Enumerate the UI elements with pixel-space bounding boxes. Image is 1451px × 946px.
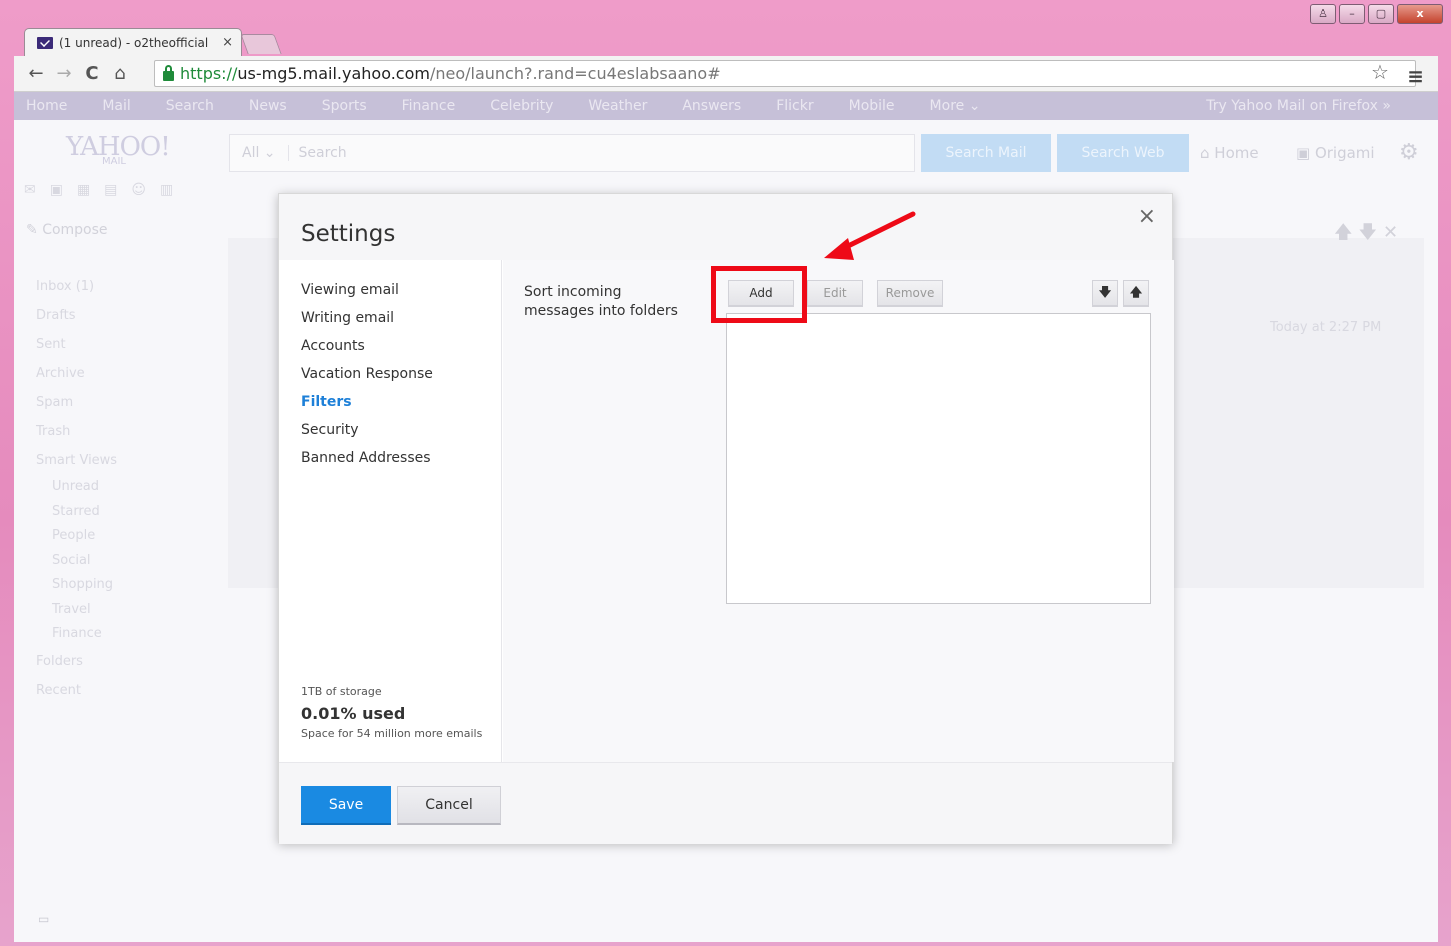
settings-item-writing-email[interactable]: Writing email bbox=[301, 308, 433, 336]
search-mail-button[interactable]: Search Mail bbox=[921, 134, 1051, 172]
settings-item-accounts[interactable]: Accounts bbox=[301, 336, 433, 364]
storage-capacity: 1TB of storage bbox=[301, 685, 382, 698]
settings-item-security[interactable]: Security bbox=[301, 420, 433, 448]
settings-item-banned-addresses[interactable]: Banned Addresses bbox=[301, 448, 433, 476]
compose-button[interactable]: ✎ Compose bbox=[26, 222, 108, 238]
annotation-arrow-icon bbox=[824, 211, 916, 260]
tab-title: (1 unread) - o2theofficial bbox=[59, 35, 209, 50]
settings-item-viewing-email[interactable]: Viewing email bbox=[301, 280, 433, 308]
smart-view-people[interactable]: People bbox=[36, 524, 117, 549]
search-input[interactable]: All ⌄ Search bbox=[229, 134, 915, 172]
folder-trash[interactable]: Trash bbox=[36, 417, 117, 446]
nav-item-answers[interactable]: Answers bbox=[682, 98, 741, 114]
yahoo-top-nav: Home Mail Search News Sports Finance Cel… bbox=[14, 92, 1438, 120]
gear-icon[interactable]: ⚙ bbox=[1399, 140, 1419, 165]
address-bar[interactable]: https:// us-mg5.mail.yahoo.com /neo/laun… bbox=[154, 60, 1416, 87]
header-home-label: Home bbox=[1214, 144, 1259, 162]
smart-view-social[interactable]: Social bbox=[36, 549, 117, 574]
forward-icon[interactable]: → bbox=[50, 63, 78, 84]
smart-view-shopping[interactable]: Shopping bbox=[36, 573, 117, 598]
message-date: Today at 2:27 PM bbox=[1270, 320, 1382, 335]
folder-list: Inbox (1) Drafts Sent Archive Spam Trash… bbox=[36, 272, 117, 705]
folder-drafts[interactable]: Drafts bbox=[36, 301, 117, 330]
new-tab-button[interactable] bbox=[240, 34, 282, 54]
settings-menu: Viewing email Writing email Accounts Vac… bbox=[301, 280, 433, 476]
folder-spam[interactable]: Spam bbox=[36, 388, 117, 417]
nav-item-celebrity[interactable]: Celebrity bbox=[490, 98, 553, 114]
lock-icon bbox=[163, 64, 174, 81]
header-user-link[interactable]: ▣ Origami bbox=[1296, 144, 1375, 162]
storage-info: 1TB of storage 0.01% used Space for 54 m… bbox=[301, 685, 482, 740]
search-scope[interactable]: All ⌄ bbox=[230, 145, 289, 161]
home-icon[interactable]: ⌂ bbox=[106, 63, 134, 84]
nav-item-news[interactable]: News bbox=[249, 98, 287, 114]
settings-dialog: Settings × Viewing email Writing email A… bbox=[278, 193, 1174, 844]
settings-footer: Save Cancel bbox=[279, 762, 1172, 844]
header-home-link[interactable]: ⌂ Home bbox=[1200, 144, 1259, 162]
back-icon[interactable]: ← bbox=[22, 63, 50, 84]
url-path: /neo/launch?.rand=cu4eslabsaano# bbox=[429, 64, 721, 83]
nav-item-home[interactable]: Home bbox=[26, 98, 67, 114]
close-window-button[interactable]: x bbox=[1397, 4, 1443, 24]
edit-filter-button[interactable]: Edit bbox=[807, 280, 863, 307]
filter-list[interactable] bbox=[726, 313, 1151, 604]
search-placeholder: Search bbox=[298, 145, 347, 161]
move-up-icon[interactable]: 🡅 bbox=[1123, 280, 1149, 307]
app-icons-row: ✉▣▦▤☺▥ bbox=[24, 182, 188, 198]
browser-menu-icon[interactable]: ≡ bbox=[1407, 64, 1424, 88]
settings-header: Settings × bbox=[279, 194, 1172, 260]
filters-description: Sort incoming messages into folders bbox=[524, 284, 678, 319]
window-controls: ♙ – ▢ x bbox=[1310, 4, 1443, 24]
group-recent[interactable]: Recent bbox=[36, 676, 117, 705]
settings-item-filters[interactable]: Filters bbox=[301, 392, 433, 420]
search-web-button[interactable]: Search Web bbox=[1057, 134, 1189, 172]
nav-item-search[interactable]: Search bbox=[166, 98, 214, 114]
smart-view-travel[interactable]: Travel bbox=[36, 598, 117, 623]
minimize-button[interactable]: – bbox=[1339, 4, 1365, 24]
save-button[interactable]: Save bbox=[301, 786, 391, 825]
folder-smart-views[interactable]: Smart Views bbox=[36, 446, 117, 475]
tab-close-icon[interactable]: × bbox=[222, 35, 233, 50]
yahoo-logo-sub: MAIL bbox=[102, 156, 126, 167]
mail-icon bbox=[37, 36, 53, 49]
close-icon[interactable]: × bbox=[1138, 204, 1156, 229]
remove-filter-button[interactable]: Remove bbox=[877, 280, 943, 307]
compose-label: Compose bbox=[42, 222, 108, 238]
settings-title: Settings bbox=[301, 221, 396, 247]
storage-space: Space for 54 million more emails bbox=[301, 727, 483, 740]
nav-item-sports[interactable]: Sports bbox=[322, 98, 367, 114]
nav-item-finance[interactable]: Finance bbox=[402, 98, 456, 114]
add-filter-button[interactable]: Add bbox=[728, 280, 794, 307]
settings-body: Viewing email Writing email Accounts Vac… bbox=[279, 260, 1174, 762]
maximize-button[interactable]: ▢ bbox=[1368, 4, 1394, 24]
user-icon[interactable]: ♙ bbox=[1310, 4, 1336, 24]
try-firefox-link[interactable]: Try Yahoo Mail on Firefox » bbox=[1206, 98, 1391, 114]
settings-sidebar: Viewing email Writing email Accounts Vac… bbox=[279, 260, 502, 762]
smart-view-starred[interactable]: Starred bbox=[36, 500, 117, 525]
nav-item-more[interactable]: More ⌄ bbox=[930, 98, 981, 114]
move-down-icon[interactable]: 🡇 bbox=[1092, 280, 1118, 307]
folder-archive[interactable]: Archive bbox=[36, 359, 117, 388]
reload-icon[interactable]: C bbox=[78, 63, 106, 84]
nav-item-flickr[interactable]: Flickr bbox=[776, 98, 813, 114]
nav-item-mobile[interactable]: Mobile bbox=[849, 98, 895, 114]
url-scheme: https:// bbox=[180, 64, 238, 83]
storage-used: 0.01% used bbox=[301, 704, 406, 723]
nav-item-weather[interactable]: Weather bbox=[588, 98, 647, 114]
cancel-button[interactable]: Cancel bbox=[397, 786, 501, 825]
filters-panel: Sort incoming messages into folders Add … bbox=[503, 260, 1174, 762]
browser-toolbar: ← → C ⌂ https:// us-mg5.mail.yahoo.com /… bbox=[14, 56, 1438, 92]
nav-item-mail[interactable]: Mail bbox=[102, 98, 130, 114]
smart-view-finance[interactable]: Finance bbox=[36, 622, 117, 647]
smart-view-unread[interactable]: Unread bbox=[36, 475, 117, 500]
folder-sent[interactable]: Sent bbox=[36, 330, 117, 359]
settings-item-vacation-response[interactable]: Vacation Response bbox=[301, 364, 433, 392]
image-icon[interactable]: ▭ bbox=[38, 912, 49, 926]
folder-inbox[interactable]: Inbox (1) bbox=[36, 272, 117, 301]
url-host: us-mg5.mail.yahoo.com bbox=[237, 64, 430, 83]
group-folders[interactable]: Folders bbox=[36, 647, 117, 676]
message-nav-arrows: 🡅🡇✕ bbox=[1334, 222, 1405, 243]
header-user-label: Origami bbox=[1314, 144, 1375, 162]
browser-tab[interactable]: (1 unread) - o2theofficial × bbox=[24, 28, 242, 56]
